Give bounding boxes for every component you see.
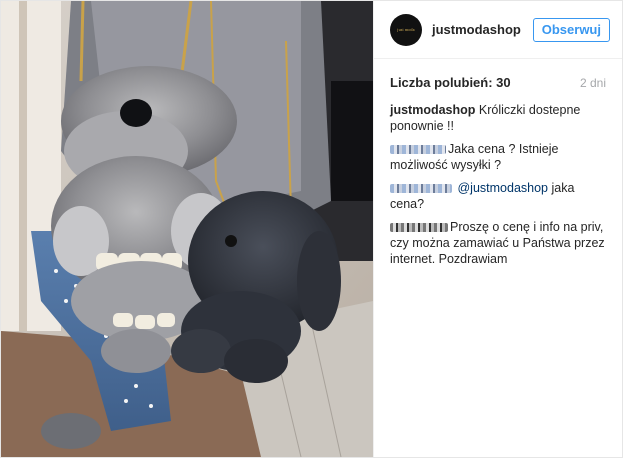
author-username[interactable]: justmodashop — [432, 22, 533, 37]
follow-button[interactable]: Obserwuj — [532, 17, 610, 42]
post-header: just moda justmodashop Obserwuj — [374, 1, 622, 59]
comment-mention[interactable]: @justmodashop — [457, 181, 548, 195]
likes-count[interactable]: Liczba polubień: 30 — [390, 75, 511, 90]
redacted-username — [390, 184, 452, 194]
redacted-username — [390, 145, 446, 155]
avatar-logo-text: just moda — [397, 27, 415, 32]
caption: justmodashop Króliczki dostepne ponownie… — [390, 102, 606, 134]
redacted-username — [390, 223, 448, 233]
caption-username[interactable]: justmodashop — [390, 103, 475, 117]
comments-list: justmodashop Króliczki dostepne ponownie… — [374, 98, 622, 267]
author-avatar[interactable]: just moda — [390, 13, 422, 46]
instagram-post: just moda justmodashop Obserwuj Liczba p… — [0, 0, 623, 458]
post-time[interactable]: 2 dni — [580, 76, 606, 90]
comment-item: Proszę o cenę i info na priv, czy można … — [390, 219, 606, 267]
post-photo[interactable] — [1, 1, 373, 457]
likes-row: Liczba polubień: 30 2 dni — [374, 59, 622, 98]
photo-illustration — [1, 1, 373, 457]
post-side-panel: just moda justmodashop Obserwuj Liczba p… — [373, 1, 622, 457]
comment-item: Jaka cena ? Istnieje możliwość wysyłki ? — [390, 141, 606, 173]
comment-item: @justmodashop jaka cena? — [390, 180, 606, 212]
